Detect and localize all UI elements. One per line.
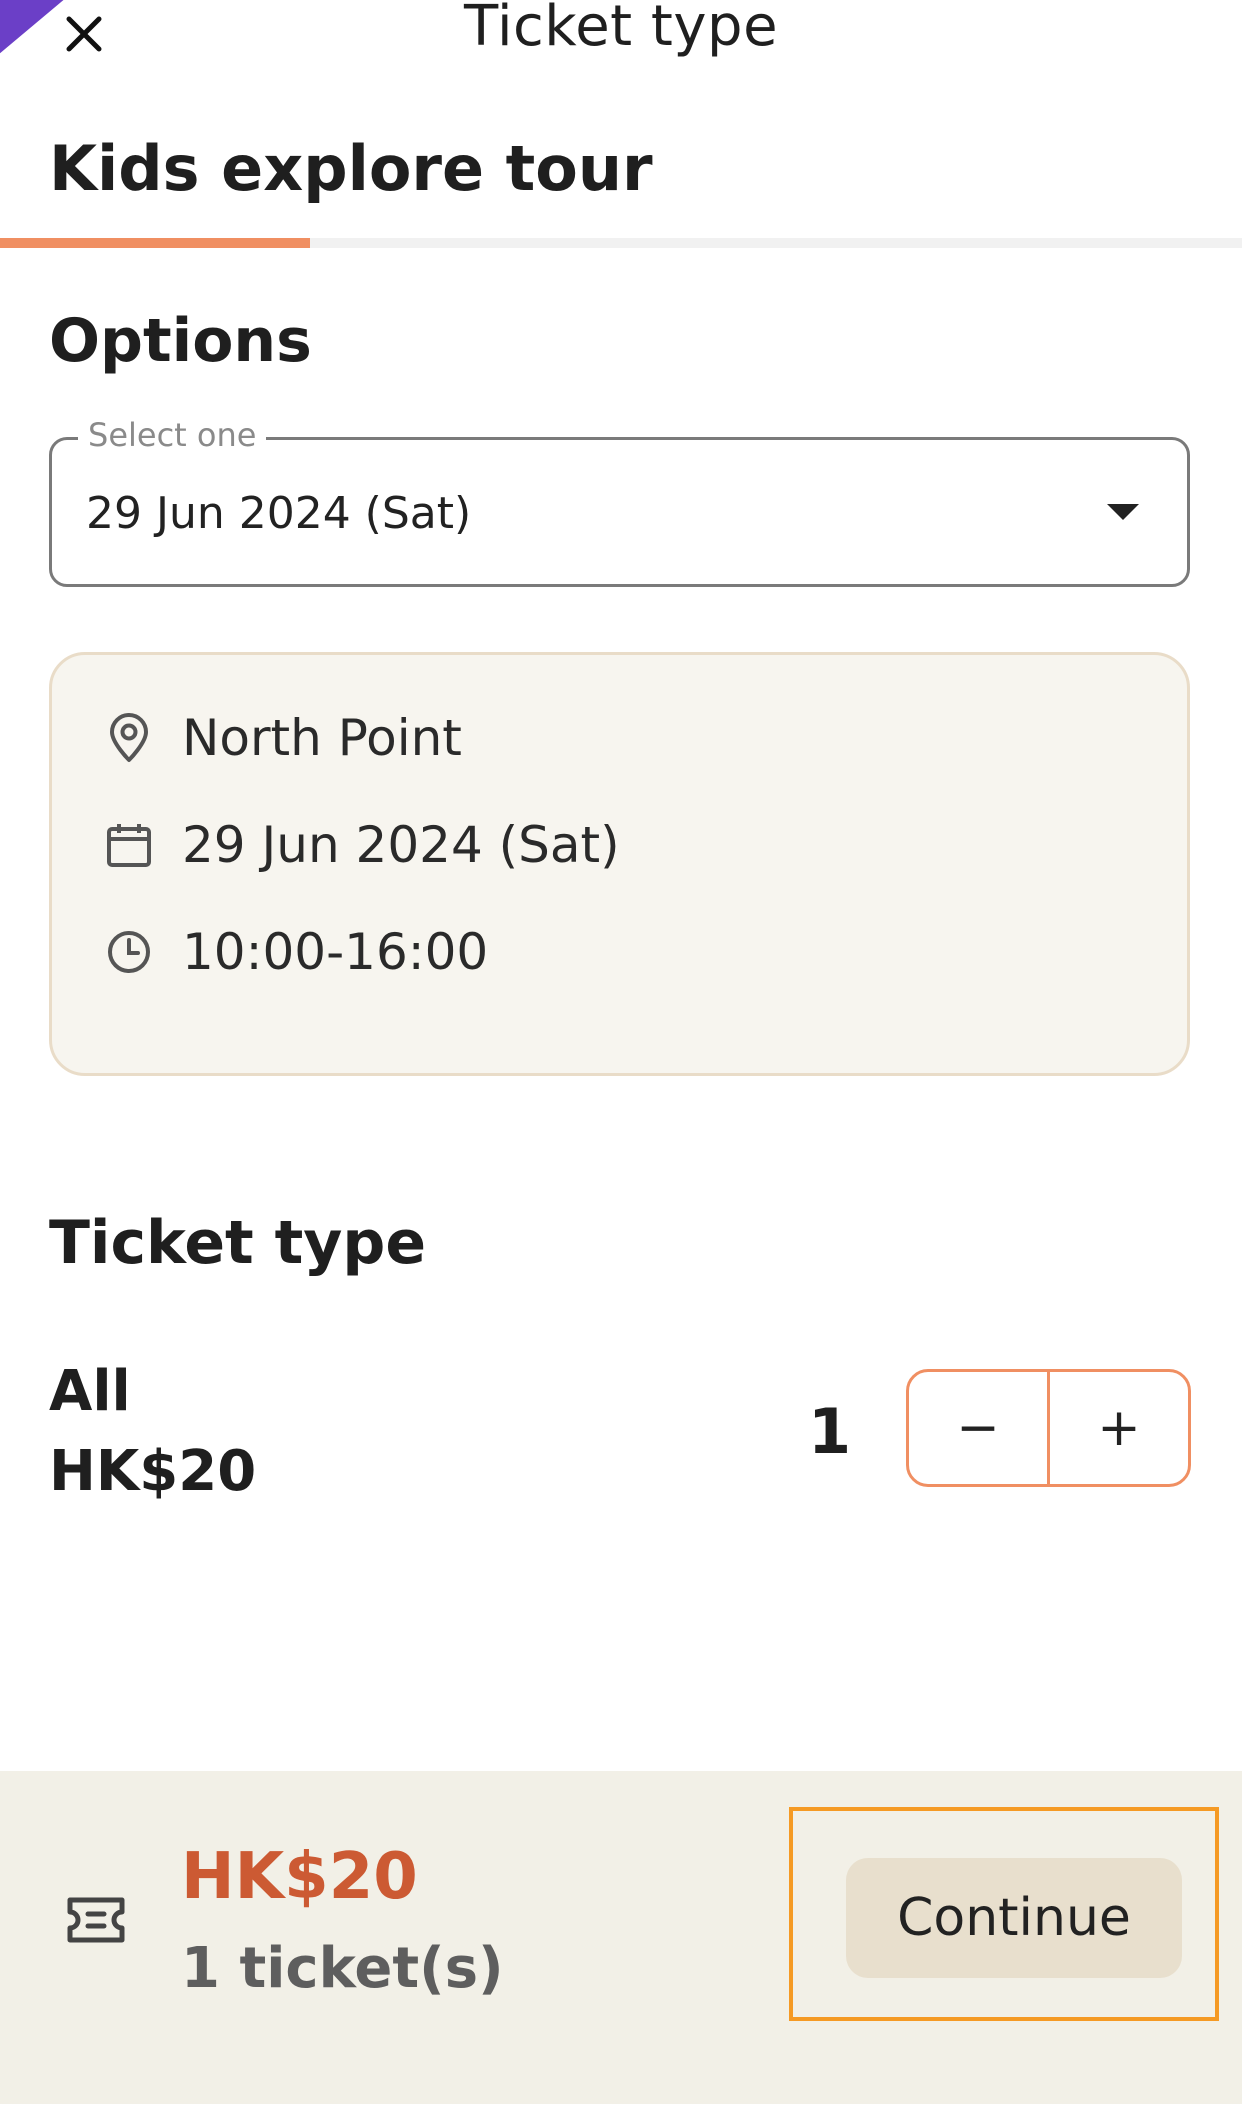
ticket-count: 1 ticket(s): [181, 1936, 504, 2001]
location-pin-icon: [104, 713, 154, 763]
ticket-icon: [64, 1888, 128, 1952]
clock-icon: [104, 927, 154, 977]
continue-button[interactable]: Continue: [846, 1858, 1182, 1978]
options-heading: Options: [49, 306, 312, 376]
select-value: 29 Jun 2024 (Sat): [86, 488, 472, 539]
tab-active-indicator: [0, 238, 310, 248]
quantity-value: 1: [808, 1395, 852, 1468]
location-row: North Point: [104, 709, 462, 767]
details-card: North Point 29 Jun 2024 (Sat) 10:00-16:0…: [49, 652, 1190, 1076]
date-select[interactable]: Select one 29 Jun 2024 (Sat): [49, 416, 1190, 587]
total-price: HK$20: [181, 1840, 418, 1914]
ticket-category: All: [49, 1359, 131, 1424]
page-title: Ticket type: [463, 0, 779, 59]
select-legend: Select one: [78, 416, 267, 454]
ticket-option: All HK$20: [49, 1352, 256, 1512]
ticket-price: HK$20: [49, 1439, 257, 1504]
tour-name-tab[interactable]: Kids explore tour: [49, 132, 653, 205]
decrement-button[interactable]: −: [909, 1372, 1047, 1484]
date-text: 29 Jun 2024 (Sat): [182, 816, 620, 874]
chevron-down-icon: [1107, 504, 1139, 520]
increment-button[interactable]: +: [1050, 1372, 1188, 1484]
location-text: North Point: [182, 709, 462, 767]
quantity-stepper: − +: [906, 1369, 1191, 1487]
time-text: 10:00-16:00: [182, 923, 489, 981]
ticket-type-heading: Ticket type: [49, 1208, 427, 1278]
calendar-icon: [104, 820, 154, 870]
time-row: 10:00-16:00: [104, 923, 488, 981]
date-row: 29 Jun 2024 (Sat): [104, 816, 620, 874]
